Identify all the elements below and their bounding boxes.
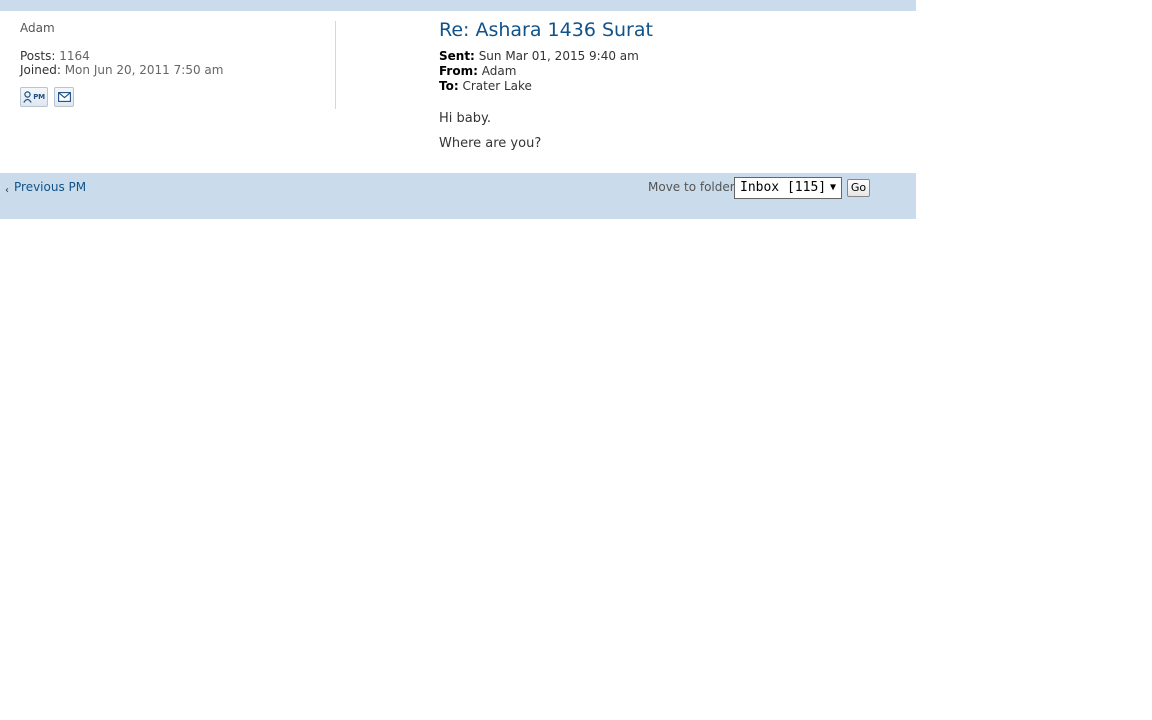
to-value: Crater Lake	[462, 79, 532, 93]
from-label: From:	[439, 64, 478, 78]
chevron-left-icon: ‹	[5, 185, 9, 196]
private-message-post: Adam Posts: 1164 Joined: Mon Jun 20, 201…	[2, 11, 916, 173]
to-label: To:	[439, 79, 459, 93]
joined-date: Joined: Mon Jun 20, 2011 7:50 am	[20, 63, 223, 77]
posts-count: Posts: 1164	[20, 49, 90, 63]
joined-value: Mon Jun 20, 2011 7:50 am	[64, 63, 224, 77]
user-icon	[23, 91, 32, 103]
to-line: To: Crater Lake	[439, 79, 532, 94]
sent-line: Sent: Sun Mar 01, 2015 9:40 am	[439, 49, 639, 64]
posts-value: 1164	[59, 49, 90, 63]
send-email-button[interactable]	[54, 87, 74, 107]
from-value: Adam	[481, 64, 517, 78]
move-to-folder-label: Move to folder:	[648, 180, 739, 194]
sent-label: Sent:	[439, 49, 475, 63]
posts-label: Posts:	[20, 49, 56, 63]
author-profile: Adam Posts: 1164 Joined: Mon Jun 20, 201…	[20, 21, 336, 109]
message-body-line: Hi baby.	[439, 111, 491, 126]
from-line: From: Adam	[439, 64, 516, 79]
top-band	[0, 0, 916, 11]
dropdown-arrow-icon: ▼	[829, 182, 836, 193]
send-pm-button[interactable]: PM	[20, 87, 48, 107]
message-body-line: Where are you?	[439, 136, 542, 151]
pm-icon-label: PM	[33, 93, 45, 101]
folder-select-value: Inbox [115]	[740, 180, 827, 195]
author-name[interactable]: Adam	[20, 21, 55, 35]
message-footer-bar: ‹ Previous PM Move to folder: Inbox [115…	[0, 173, 916, 219]
sent-value: Sun Mar 01, 2015 9:40 am	[478, 49, 639, 63]
joined-label: Joined:	[20, 63, 61, 77]
previous-pm-link[interactable]: Previous PM	[14, 180, 86, 194]
folder-select[interactable]: Inbox [115] ▼	[734, 177, 842, 199]
message-subject[interactable]: Re: Ashara 1436 Surat	[439, 19, 653, 41]
go-button[interactable]: Go	[847, 179, 870, 197]
envelope-icon	[57, 92, 71, 102]
